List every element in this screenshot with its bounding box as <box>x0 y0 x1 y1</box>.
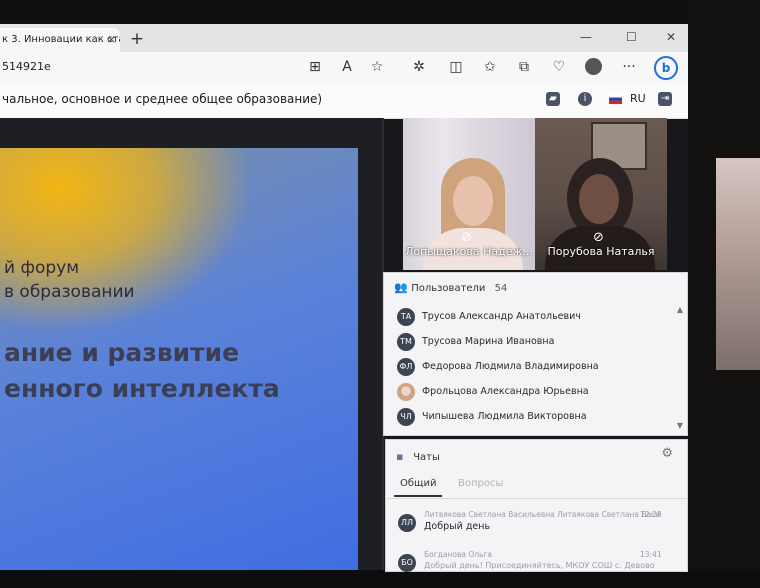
tab-title: к 3. Инновации как ста <box>2 34 120 45</box>
user-list-item[interactable]: ФЛ Федорова Людмила Владимировна <box>384 355 674 380</box>
read-aloud-icon[interactable]: A <box>338 58 356 76</box>
avatar: БО <box>398 554 416 572</box>
tab-strip: к 3. Инновации как ста × + — ☐ ✕ <box>0 24 688 52</box>
second-monitor <box>716 158 760 370</box>
mic-muted-icon: ⊘ <box>461 230 472 245</box>
avatar: ТМ <box>397 333 415 351</box>
gear-icon[interactable]: ⚙ <box>661 446 673 461</box>
folder-icon[interactable]: ▰ <box>546 92 560 106</box>
message-time: 12:28 <box>640 510 662 519</box>
favorite-star-icon[interactable]: ☆ <box>368 58 386 76</box>
scroll-down-arrow-icon[interactable]: ▼ <box>677 421 683 430</box>
message-text: Добрый день <box>424 521 491 532</box>
exit-icon[interactable]: ⇥ <box>658 92 672 106</box>
message-text: Добрый день! Присоединяйтесь, МКОУ СОШ с… <box>424 561 655 570</box>
users-panel: 👥 Пользователи 54 ТА Трусов Александр Ан… <box>383 272 688 436</box>
avatar <box>397 383 415 401</box>
participant-face <box>453 176 493 226</box>
user-list-item[interactable]: ТА Трусов Александр Анатольевич <box>384 305 674 330</box>
favorites-icon[interactable]: ✩ <box>481 58 499 76</box>
users-list: ТА Трусов Александр Анатольевич ТМ Трусо… <box>384 305 674 430</box>
avatar: ФЛ <box>397 358 415 376</box>
app-grid-icon[interactable]: ⊞ <box>306 58 324 76</box>
users-panel-header[interactable]: 👥 Пользователи 54 <box>394 281 507 294</box>
presentation-slide: й форум в образовании ание и развитие ен… <box>0 148 358 570</box>
extensions-icon[interactable]: ✲ <box>410 58 428 76</box>
more-menu-icon[interactable]: ··· <box>620 58 638 76</box>
tab-general[interactable]: Общий <box>394 478 443 497</box>
participant-name: Лопыщакова Надеж... <box>405 245 533 258</box>
chat-message: ЛЛ Литвякова Светлана Васильевна Литвяко… <box>386 508 687 548</box>
user-name: Чипышева Людмила Викторовна <box>422 411 587 422</box>
user-name: Трусова Марина Ивановна <box>422 336 555 347</box>
bing-icon[interactable]: b <box>654 56 678 80</box>
slide-heading-line: енного интеллекта <box>4 374 280 403</box>
user-name: Федорова Людмила Владимировна <box>422 361 599 372</box>
user-list-item[interactable]: ТМ Трусова Марина Ивановна <box>384 330 674 355</box>
monitor-bezel <box>0 0 688 24</box>
avatar: ЛЛ <box>398 514 416 532</box>
new-tab-button[interactable]: + <box>128 28 146 50</box>
page-title: чальное, основное и среднее общее образо… <box>2 92 323 106</box>
message-author: Литвякова Светлана Васильевна Литвякова … <box>424 510 661 519</box>
chat-icon: ▪ <box>396 450 404 463</box>
slide-text-line: й форум <box>4 258 80 278</box>
chat-message: БО Богданова Ольга 13:41 Добрый день! Пр… <box>386 548 687 588</box>
participant-name: Порубова Наталья <box>547 245 655 258</box>
user-name: Трусов Александр Анатольевич <box>422 311 581 322</box>
user-list-item[interactable]: ЧЛ Чипышева Людмила Викторовна <box>384 405 674 430</box>
scroll-up-arrow-icon[interactable]: ▲ <box>677 305 683 314</box>
message-time: 13:41 <box>640 550 662 559</box>
mic-muted-icon: ⊘ <box>593 230 604 245</box>
tab-close-icon[interactable]: × <box>107 28 116 52</box>
participant-face <box>579 174 619 224</box>
video-tile[interactable]: ⊘ Порубова Наталья <box>535 118 667 270</box>
maximize-button[interactable]: ☐ <box>626 30 637 44</box>
chats-panel-header[interactable]: ▪ Чаты <box>396 450 440 463</box>
flag-ru-icon <box>609 94 622 104</box>
page-header: чальное, основное и среднее общее образо… <box>0 82 688 119</box>
minimize-button[interactable]: — <box>580 30 592 44</box>
message-author: Богданова Ольга <box>424 550 493 559</box>
browser-tab[interactable]: к 3. Инновации как ста × <box>0 28 120 52</box>
users-panel-title: Пользователи <box>411 283 486 294</box>
chats-panel: ▪ Чаты ⚙ Общий Вопросы ЛЛ Литвякова Свет… <box>385 439 688 572</box>
chats-panel-title: Чаты <box>413 452 440 463</box>
users-icon: 👥 <box>394 281 408 294</box>
language-selector[interactable]: RU <box>630 92 646 105</box>
performance-icon[interactable]: ♡ <box>550 58 568 76</box>
slide-heading-line: ание и развитие <box>4 338 240 367</box>
avatar: ТА <box>397 308 415 326</box>
slide-text-line: в образовании <box>4 282 135 302</box>
users-count: 54 <box>494 283 508 294</box>
split-screen-icon[interactable]: ◫ <box>447 58 465 76</box>
info-icon[interactable]: i <box>578 92 592 106</box>
avatar: ЧЛ <box>397 408 415 426</box>
collections-icon[interactable]: ⧉ <box>515 58 533 76</box>
video-tile[interactable]: ⊘ Лопыщакова Надеж... <box>403 118 535 270</box>
user-name: Фрольцова Александра Юрьевна <box>422 386 589 397</box>
address-bar: 514921e ⊞ A ☆ ✲ ◫ ✩ ⧉ ♡ ··· b <box>0 52 688 83</box>
tab-questions[interactable]: Вопросы <box>458 478 503 489</box>
chat-tabs: Общий Вопросы <box>386 472 687 499</box>
profile-avatar[interactable] <box>585 58 602 75</box>
close-window-button[interactable]: ✕ <box>666 30 676 44</box>
user-list-item[interactable]: Фрольцова Александра Юрьевна <box>384 380 674 405</box>
url-field[interactable]: 514921e <box>2 60 51 73</box>
